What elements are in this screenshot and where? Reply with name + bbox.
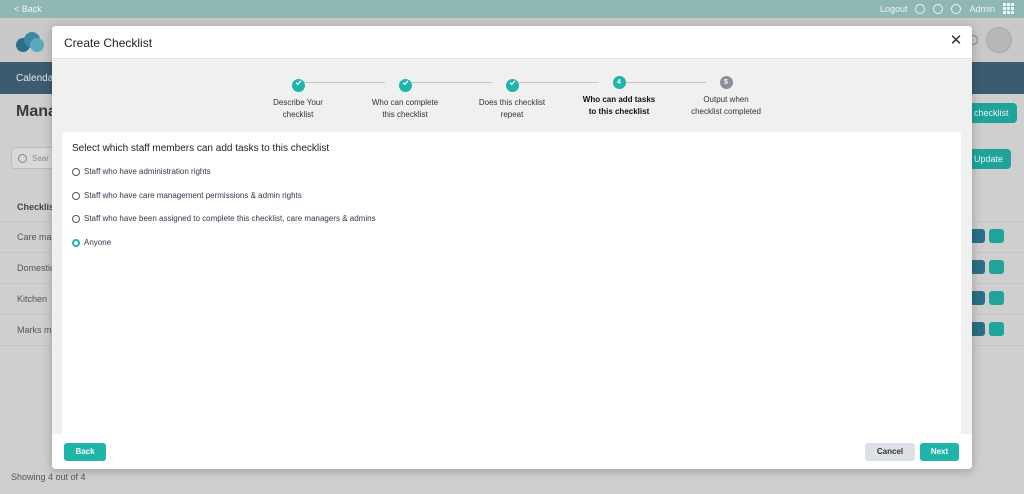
- step-label: to this checklist: [588, 107, 650, 116]
- modal-header: Create Checklist ✕: [52, 26, 972, 59]
- step-label: checklist completed: [691, 107, 761, 116]
- step-label: Does this checklist: [478, 98, 546, 107]
- check-icon: [291, 79, 305, 92]
- radio-button-selected[interactable]: [72, 238, 80, 247]
- option-label: Staff who have care management permissio…: [84, 191, 302, 200]
- new-checklist-button[interactable]: checklist: [966, 103, 1017, 123]
- option-anyone[interactable]: Anyone: [72, 238, 111, 247]
- results-count: Showing 4 out of 4: [11, 472, 86, 482]
- step-label: Who can complete: [371, 98, 439, 107]
- check-icon: [505, 79, 519, 92]
- step-who-complete[interactable]: Who can complete this checklist: [350, 76, 460, 121]
- option-label: Staff who have administration rights: [84, 167, 211, 176]
- logout-link[interactable]: Logout: [880, 4, 908, 14]
- step-label: Output when: [703, 95, 749, 104]
- modal-body: Describe Your checklist Who can complete t…: [52, 59, 972, 469]
- app-logo: [16, 30, 46, 52]
- logout-icon[interactable]: [915, 3, 926, 14]
- view-icon[interactable]: [989, 229, 1004, 243]
- step-output[interactable]: 5 Output when checklist completed: [671, 76, 781, 118]
- user-name[interactable]: Admin: [969, 4, 995, 14]
- back-link[interactable]: < Back: [14, 4, 42, 14]
- page-title: Mana: [16, 103, 57, 120]
- update-button[interactable]: Update: [966, 149, 1012, 169]
- step-label: this checklist: [382, 110, 428, 119]
- step-label: checklist: [282, 110, 314, 119]
- avatar[interactable]: [986, 27, 1012, 53]
- back-button[interactable]: Back: [64, 443, 106, 461]
- download-icon[interactable]: [970, 260, 985, 274]
- step-number: 4: [612, 76, 626, 89]
- row-name: Domestic: [17, 263, 55, 273]
- close-icon[interactable]: ✕: [948, 33, 964, 49]
- modal-footer: Back Cancel Next: [52, 434, 972, 469]
- option-label: Staff who have been assigned to complete…: [84, 214, 376, 223]
- download-icon[interactable]: [970, 291, 985, 305]
- step-describe[interactable]: Describe Your checklist: [243, 76, 353, 121]
- view-icon[interactable]: [989, 260, 1004, 274]
- search-icon[interactable]: [933, 3, 944, 14]
- download-icon[interactable]: [970, 229, 985, 243]
- option-assigned-staff[interactable]: Staff who have been assigned to complete…: [72, 214, 376, 223]
- view-icon[interactable]: [989, 322, 1004, 336]
- cancel-button[interactable]: Cancel: [865, 443, 915, 461]
- step-repeat[interactable]: Does this checklist repeat: [457, 76, 567, 121]
- step-label: repeat: [500, 110, 524, 119]
- nav-item-calendar[interactable]: Calenda: [16, 73, 53, 84]
- row-name: Care ma: [17, 232, 52, 242]
- gear-icon[interactable]: [951, 3, 962, 14]
- column-header-checklist: Checklis: [17, 202, 55, 212]
- radio-button[interactable]: [72, 191, 80, 200]
- create-checklist-modal: Create Checklist ✕ Describe Your checklis…: [52, 26, 972, 469]
- download-icon[interactable]: [970, 322, 985, 336]
- question-heading: Select which staff members can add tasks…: [72, 143, 330, 154]
- top-bar-actions: Logout Admin: [880, 3, 1014, 14]
- next-button[interactable]: Next: [920, 443, 959, 461]
- step-who-add-tasks[interactable]: 4 Who can add tasks to this checklist: [564, 76, 674, 118]
- option-admin-rights[interactable]: Staff who have administration rights: [72, 167, 211, 176]
- check-icon: [398, 79, 412, 92]
- step-label: Who can add tasks: [582, 95, 656, 104]
- top-bar: < Back Logout Admin: [0, 0, 1024, 18]
- radio-button[interactable]: [72, 214, 80, 223]
- step-number: 5: [719, 76, 733, 89]
- view-icon[interactable]: [989, 291, 1004, 305]
- row-name: Marks m: [17, 325, 52, 335]
- options-card: Select which staff members can add tasks…: [62, 132, 961, 469]
- option-care-management[interactable]: Staff who have care management permissio…: [72, 191, 302, 200]
- apps-grid-icon[interactable]: [1003, 3, 1014, 14]
- step-label: Describe Your: [273, 98, 323, 107]
- modal-title: Create Checklist: [64, 36, 153, 50]
- search-input[interactable]: Sear: [11, 147, 57, 169]
- radio-button[interactable]: [72, 167, 80, 176]
- option-label: Anyone: [84, 238, 112, 247]
- row-name: Kitchen: [17, 294, 48, 304]
